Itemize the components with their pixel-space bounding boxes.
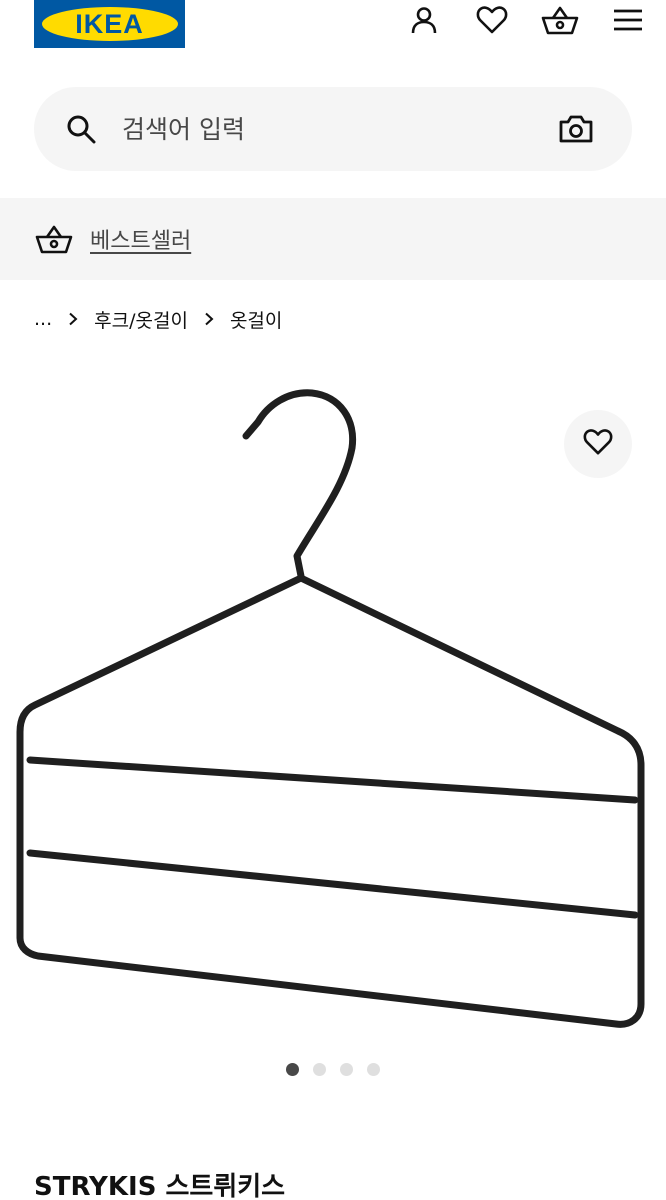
heart-icon <box>583 428 613 460</box>
logo-oval: IKEA <box>41 7 178 41</box>
carousel-dot[interactable] <box>286 1062 299 1076</box>
product-title: STRYKIS 스트뤼키스 <box>34 1166 285 1200</box>
product-name: STRYKIS <box>34 1172 157 1200</box>
top-header: IKEA <box>0 0 666 62</box>
product-name-local: 스트뤼키스 <box>165 1172 286 1200</box>
carousel-dot[interactable] <box>313 1062 326 1076</box>
search-bar[interactable] <box>34 87 632 171</box>
breadcrumb-item-hooks-hangers[interactable]: 후크/옷걸이 <box>94 306 188 333</box>
menu-icon[interactable] <box>606 0 650 40</box>
chevron-right-icon <box>68 312 78 326</box>
product-image[interactable] <box>0 368 666 1038</box>
clothes-hanger-image <box>16 389 645 1028</box>
user-icon[interactable] <box>402 0 446 40</box>
breadcrumb: ... 후크/옷걸이 옷걸이 <box>34 303 282 335</box>
header-actions <box>402 0 650 40</box>
heart-icon[interactable] <box>470 0 514 40</box>
breadcrumb-item-more[interactable]: ... <box>34 308 52 330</box>
basket-icon[interactable] <box>538 0 582 40</box>
search-input[interactable] <box>122 109 556 149</box>
chevron-right-icon <box>204 312 214 326</box>
carousel-dots <box>286 1062 394 1076</box>
bestseller-link[interactable]: 베스트셀러 <box>90 223 191 255</box>
bestseller-banner: 베스트셀러 <box>0 198 666 280</box>
add-to-favorites-button[interactable] <box>564 410 632 478</box>
carousel-dot[interactable] <box>340 1062 353 1076</box>
carousel-dot[interactable] <box>367 1062 380 1076</box>
basket-icon <box>34 219 74 259</box>
breadcrumb-item-hangers[interactable]: 옷걸이 <box>230 306 282 333</box>
product-page: IKEA 검색어 입력 베스트셀러 ... 후크/옷걸이 옷걸이 STRYKIS… <box>0 0 666 1200</box>
logo-text: IKEA <box>75 8 144 39</box>
ikea-logo[interactable]: IKEA <box>34 0 185 48</box>
camera-icon[interactable] <box>556 109 596 149</box>
search-icon[interactable] <box>64 112 98 146</box>
